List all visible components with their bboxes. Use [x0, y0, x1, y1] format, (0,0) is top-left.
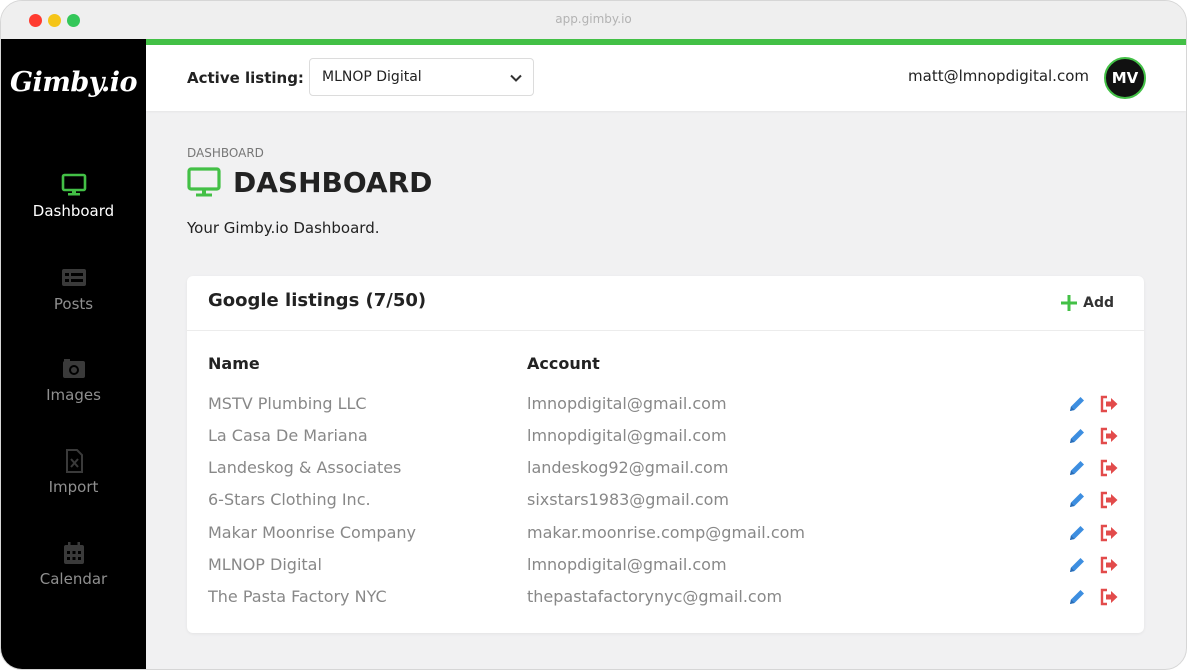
- sidebar-item-import[interactable]: Import: [1, 449, 146, 496]
- active-listing-label: Active listing:: [187, 69, 304, 87]
- calendar-icon: [63, 542, 84, 564]
- address-bar-url[interactable]: app.gimby.io: [1, 12, 1186, 26]
- column-header-name: Name: [208, 354, 260, 373]
- listing-name: Makar Moonrise Company: [208, 523, 416, 542]
- sidebar-item-label: Posts: [53, 295, 94, 313]
- listing-account: lmnopdigital@gmail.com: [527, 394, 727, 413]
- table-row: MSTV Plumbing LLC lmnopdigital@gmail.com: [187, 394, 1144, 426]
- posts-icon: [61, 269, 86, 286]
- sidebar-item-label: Images: [46, 386, 101, 404]
- card-header: Google listings (7/50) Add: [187, 276, 1144, 331]
- sign-out-icon[interactable]: [1099, 490, 1119, 510]
- browser-window: app.gimby.io Gimby.io Dashboard Posts Im…: [0, 0, 1187, 670]
- table-row: 6-Stars Clothing Inc. sixstars1983@gmail…: [187, 490, 1144, 522]
- listing-account: makar.moonrise.comp@gmail.com: [527, 523, 805, 542]
- page-title: DASHBOARD: [233, 166, 433, 199]
- page-subtitle: Your Gimby.io Dashboard.: [187, 219, 380, 237]
- sidebar-item-label: Dashboard: [32, 202, 115, 220]
- browser-titlebar: app.gimby.io: [1, 1, 1186, 39]
- listing-name: La Casa De Mariana: [208, 426, 368, 445]
- table-row: Makar Moonrise Company makar.moonrise.co…: [187, 523, 1144, 555]
- listing-name: MLNOP Digital: [208, 555, 322, 574]
- sign-out-icon[interactable]: [1099, 587, 1119, 607]
- pencil-icon[interactable]: [1067, 394, 1087, 414]
- add-listing-button[interactable]: Add: [1061, 295, 1114, 311]
- listing-account: sixstars1983@gmail.com: [527, 490, 729, 509]
- sidebar-item-dashboard[interactable]: Dashboard: [1, 173, 146, 220]
- monitor-icon: [187, 167, 221, 197]
- sidebar-item-label: Import: [48, 478, 99, 496]
- sign-out-icon[interactable]: [1099, 523, 1119, 543]
- pencil-icon[interactable]: [1067, 523, 1087, 543]
- file-excel-icon: [65, 449, 83, 473]
- breadcrumb[interactable]: DASHBOARD: [187, 146, 264, 160]
- sign-out-icon[interactable]: [1099, 555, 1119, 575]
- camera-icon: [62, 359, 85, 378]
- column-header-account: Account: [527, 354, 600, 373]
- avatar[interactable]: MV: [1104, 57, 1146, 99]
- listing-name: Landeskog & Associates: [208, 458, 402, 477]
- sidebar-item-images[interactable]: Images: [1, 357, 146, 404]
- add-label: Add: [1083, 295, 1114, 311]
- sidebar-item-label: Calendar: [39, 570, 108, 588]
- pencil-icon[interactable]: [1067, 458, 1087, 478]
- sidebar-item-posts[interactable]: Posts: [1, 266, 146, 313]
- app-logo[interactable]: Gimby.io: [1, 67, 146, 98]
- sidebar-item-calendar[interactable]: Calendar: [1, 541, 146, 588]
- sign-out-icon[interactable]: [1099, 458, 1119, 478]
- sidebar: Gimby.io Dashboard Posts Images Import C…: [1, 39, 146, 669]
- listing-account: lmnopdigital@gmail.com: [527, 555, 727, 574]
- top-header: Active listing: MLNOP Digital matt@lmnop…: [146, 45, 1186, 111]
- table-row: The Pasta Factory NYC thepastafactorynyc…: [187, 587, 1144, 619]
- listing-name: The Pasta Factory NYC: [208, 587, 387, 606]
- pencil-icon[interactable]: [1067, 555, 1087, 575]
- listing-name: 6-Stars Clothing Inc.: [208, 490, 371, 509]
- card-title: Google listings (7/50): [208, 290, 427, 311]
- pencil-icon[interactable]: [1067, 587, 1087, 607]
- chevron-down-icon: [510, 74, 522, 82]
- pencil-icon[interactable]: [1067, 426, 1087, 446]
- listing-name: MSTV Plumbing LLC: [208, 394, 367, 413]
- listing-account: lmnopdigital@gmail.com: [527, 426, 727, 445]
- table-row: Landeskog & Associates landeskog92@gmail…: [187, 458, 1144, 490]
- active-listing-value: MLNOP Digital: [322, 69, 422, 85]
- plus-icon: [1061, 295, 1078, 311]
- table-row: MLNOP Digital lmnopdigital@gmail.com: [187, 555, 1144, 587]
- listing-account: thepastafactorynyc@gmail.com: [527, 587, 783, 606]
- sign-out-icon[interactable]: [1099, 426, 1119, 446]
- active-listing-select[interactable]: MLNOP Digital: [309, 58, 534, 96]
- table-row: La Casa De Mariana lmnopdigital@gmail.co…: [187, 426, 1144, 458]
- google-listings-card: Google listings (7/50) Add Name Account …: [187, 276, 1144, 633]
- user-email[interactable]: matt@lmnopdigital.com: [908, 67, 1089, 85]
- monitor-icon: [61, 173, 86, 196]
- pencil-icon[interactable]: [1067, 490, 1087, 510]
- listing-account: landeskog92@gmail.com: [527, 458, 729, 477]
- sign-out-icon[interactable]: [1099, 394, 1119, 414]
